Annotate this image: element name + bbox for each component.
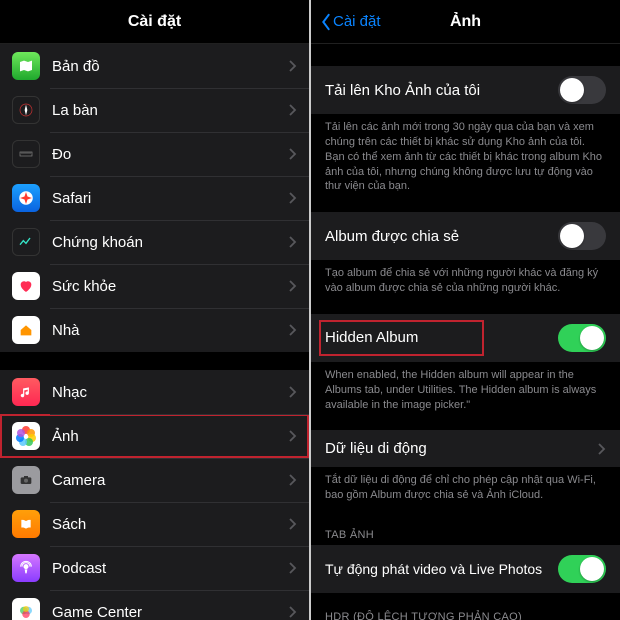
chevron-right-icon bbox=[598, 443, 606, 455]
toggle-switch[interactable] bbox=[558, 76, 606, 104]
row-books[interactable]: Sách bbox=[0, 502, 309, 546]
compass-icon bbox=[12, 96, 40, 124]
section-shared: Album được chia sẻ bbox=[311, 212, 620, 260]
row-stock[interactable]: Chứng khoán bbox=[0, 220, 309, 264]
podcast-icon bbox=[12, 554, 40, 582]
photos-settings-list[interactable]: Tải lên Kho Ảnh của tôi Tải lên các ảnh … bbox=[311, 44, 620, 620]
row-measure[interactable]: Đo bbox=[0, 132, 309, 176]
chevron-right-icon bbox=[289, 386, 297, 398]
row-label: Ảnh bbox=[52, 428, 289, 445]
row-label: Hidden Album bbox=[325, 329, 550, 346]
section-footer: Tạo album để chia sẻ với những người khá… bbox=[311, 260, 620, 308]
row-label: Podcast bbox=[52, 560, 289, 577]
row-health[interactable]: Sức khỏe bbox=[0, 264, 309, 308]
chevron-right-icon bbox=[289, 430, 297, 442]
chevron-right-icon bbox=[289, 474, 297, 486]
section-cellular: Dữ liệu di động bbox=[311, 430, 620, 467]
row-label: Dữ liệu di động bbox=[325, 440, 598, 457]
row-label: Sách bbox=[52, 516, 289, 533]
row-home[interactable]: Nhà bbox=[0, 308, 309, 352]
row-label: Sức khỏe bbox=[52, 278, 289, 295]
stocks-icon bbox=[12, 228, 40, 256]
row-autoplay-toggle[interactable]: Tự động phát video và Live Photos bbox=[311, 545, 620, 593]
gamecenter-icon bbox=[12, 598, 40, 620]
section-footer: Tắt dữ liệu di động để chỉ cho phép cập … bbox=[311, 467, 620, 515]
row-label: La bàn bbox=[52, 102, 289, 119]
row-photos[interactable]: Ảnh bbox=[0, 414, 309, 458]
heart-icon bbox=[12, 272, 40, 300]
section-header: TAB ẢNH bbox=[311, 515, 620, 545]
section-footer: When enabled, the Hidden album will appe… bbox=[311, 362, 620, 425]
row-label: Nhà bbox=[52, 322, 289, 339]
row-label: Tải lên Kho Ảnh của tôi bbox=[325, 82, 550, 99]
toggle-switch-on[interactable] bbox=[558, 324, 606, 352]
row-hidden-toggle[interactable]: Hidden Album bbox=[311, 314, 620, 362]
section-hidden: Hidden Album bbox=[311, 314, 620, 362]
house-icon bbox=[12, 316, 40, 344]
camera-icon bbox=[12, 466, 40, 494]
chevron-right-icon bbox=[289, 280, 297, 292]
row-compass[interactable]: La bàn bbox=[0, 88, 309, 132]
row-label: Bản đồ bbox=[52, 58, 289, 75]
back-button[interactable]: Cài đặt bbox=[319, 13, 381, 31]
section-footer: Tải lên các ảnh mới trong 30 ngày qua củ… bbox=[311, 114, 620, 206]
settings-group-1: Nhạc Ảnh bbox=[0, 370, 309, 620]
row-map[interactable]: Bản đồ bbox=[0, 44, 309, 88]
row-label: Đo bbox=[52, 146, 289, 163]
chevron-right-icon bbox=[289, 192, 297, 204]
section-autoplay: Tự động phát video và Live Photos bbox=[311, 545, 620, 593]
row-music[interactable]: Nhạc bbox=[0, 370, 309, 414]
book-icon bbox=[12, 510, 40, 538]
left-phone-settings: Cài đặt Bản đồ La bàn bbox=[0, 0, 309, 620]
chevron-right-icon bbox=[289, 518, 297, 530]
settings-group-0: Bản đồ La bàn Đo bbox=[0, 44, 309, 352]
navbar-right: Cài đặt Ảnh bbox=[311, 0, 620, 44]
row-upload-toggle[interactable]: Tải lên Kho Ảnh của tôi bbox=[311, 66, 620, 114]
chevron-right-icon bbox=[289, 324, 297, 336]
row-shared-toggle[interactable]: Album được chia sẻ bbox=[311, 212, 620, 260]
music-icon bbox=[12, 378, 40, 406]
chevron-right-icon bbox=[289, 236, 297, 248]
row-camera[interactable]: Camera bbox=[0, 458, 309, 502]
chevron-right-icon bbox=[289, 148, 297, 160]
row-label: Album được chia sẻ bbox=[325, 228, 550, 245]
navbar-title: Cài đặt bbox=[128, 13, 181, 31]
safari-icon bbox=[12, 184, 40, 212]
right-phone-photos-settings: Cài đặt Ảnh Tải lên Kho Ảnh của tôi Tải … bbox=[311, 0, 620, 620]
row-podcast[interactable]: Podcast bbox=[0, 546, 309, 590]
toggle-switch[interactable] bbox=[558, 222, 606, 250]
row-label: Nhạc bbox=[52, 384, 289, 401]
chevron-right-icon bbox=[289, 60, 297, 72]
row-label: Safari bbox=[52, 190, 289, 207]
map-icon bbox=[12, 52, 40, 80]
row-gamecenter[interactable]: Game Center bbox=[0, 590, 309, 620]
section-header: HDR (ĐỘ LỆCH TƯƠNG PHẢN CAO) bbox=[311, 593, 620, 620]
chevron-right-icon bbox=[289, 104, 297, 116]
row-cellular[interactable]: Dữ liệu di động bbox=[311, 430, 620, 467]
row-label: Camera bbox=[52, 472, 289, 489]
row-label: Game Center bbox=[52, 604, 289, 620]
navbar-left: Cài đặt bbox=[0, 0, 309, 44]
row-safari[interactable]: Safari bbox=[0, 176, 309, 220]
chevron-right-icon bbox=[289, 606, 297, 618]
chevron-right-icon bbox=[289, 562, 297, 574]
section-upload: Tải lên Kho Ảnh của tôi bbox=[311, 66, 620, 114]
back-label: Cài đặt bbox=[333, 13, 381, 30]
settings-list[interactable]: Bản đồ La bàn Đo bbox=[0, 44, 309, 620]
row-label: Chứng khoán bbox=[52, 234, 289, 251]
navbar-title: Ảnh bbox=[450, 13, 481, 31]
photos-icon bbox=[12, 422, 40, 450]
ruler-icon bbox=[12, 140, 40, 168]
toggle-switch-on[interactable] bbox=[558, 555, 606, 583]
row-label: Tự động phát video và Live Photos bbox=[325, 561, 550, 577]
